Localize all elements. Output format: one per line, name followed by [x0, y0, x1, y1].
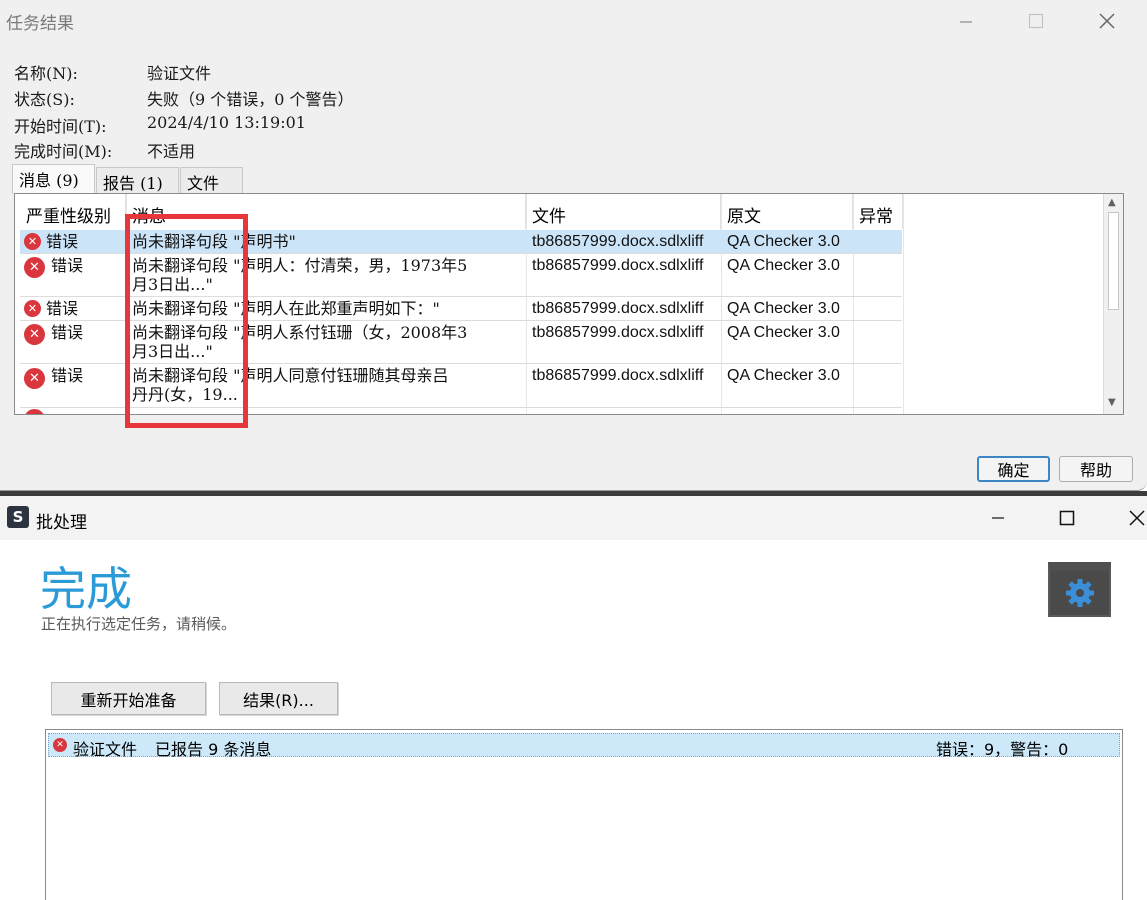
scroll-thumb[interactable]	[1108, 212, 1119, 310]
maximize-icon	[1059, 510, 1075, 526]
severity-cell: 错误	[46, 299, 79, 318]
close-button[interactable]	[1084, 4, 1130, 38]
highlight-annotation-box	[125, 214, 248, 428]
severity-cell: 错误	[51, 366, 84, 385]
batch-titlebar: S 批处理	[0, 496, 1147, 540]
batch-processing-window: S 批处理 完成 正在执行选定任务，请稍候。 重新开始准备 结果(R)... ✕…	[0, 496, 1147, 900]
origin-cell: QA Checker 3.0	[727, 367, 840, 384]
column-divider	[903, 194, 904, 414]
tab-messages[interactable]: 消息 (9)	[12, 164, 95, 194]
status-heading: 完成	[40, 562, 132, 616]
name-label: 名称(N):	[14, 64, 78, 83]
task-results-list[interactable]: ✕ 验证文件 已报告 9 条消息 错误：9，警告：0	[45, 729, 1123, 900]
results-button[interactable]: 结果(R)...	[219, 682, 338, 715]
vertical-scrollbar[interactable]: ▲ ▼	[1103, 194, 1123, 414]
file-cell: tb86857999.docx.sdlxliff	[532, 367, 704, 384]
settings-button[interactable]	[1048, 562, 1111, 617]
start-time-value: 2024/4/10 13:19:01	[147, 113, 306, 132]
app-logo-icon: S	[7, 506, 29, 528]
file-cell: tb86857999.docx.sdlxliff	[532, 324, 704, 341]
result-summary: 错误：9，警告：0	[936, 740, 1069, 759]
finish-time-value: 不适用	[147, 142, 196, 161]
minimize-button[interactable]	[943, 4, 989, 38]
severity-cell: 错误	[51, 256, 84, 275]
ok-button[interactable]: 确定	[977, 456, 1050, 482]
error-icon: ✕	[24, 409, 45, 414]
file-cell: tb86857999.docx.sdlxliff	[532, 257, 704, 274]
help-button[interactable]: 帮助	[1059, 456, 1133, 482]
list-item[interactable]: ✕ 验证文件 已报告 9 条消息 错误：9，警告：0	[48, 733, 1120, 759]
name-value: 验证文件	[147, 64, 212, 83]
tab-files[interactable]: 文件	[180, 167, 243, 193]
file-cell: tb86857999.docx.sdlxliff	[532, 300, 704, 317]
window-title: 批处理	[36, 513, 87, 533]
finish-time-label: 完成时间(M):	[14, 142, 113, 161]
status-subtitle: 正在执行选定任务，请稍候。	[41, 615, 237, 633]
result-message: 已报告 9 条消息	[155, 740, 272, 759]
origin-cell: QA Checker 3.0	[727, 257, 840, 274]
maximize-icon	[1028, 13, 1044, 29]
origin-cell: QA Checker 3.0	[727, 300, 840, 317]
error-icon: ✕	[24, 257, 45, 278]
origin-cell: QA Checker 3.0	[727, 324, 840, 341]
gear-icon	[1065, 579, 1094, 607]
error-icon: ✕	[24, 233, 41, 250]
minimize-icon	[960, 21, 972, 23]
column-header-origin[interactable]: 原文	[721, 194, 853, 229]
error-icon: ✕	[24, 300, 41, 317]
start-time-label: 开始时间(T):	[14, 117, 107, 136]
origin-cell: QA Checker 3.0	[727, 233, 840, 250]
restart-preparation-button[interactable]: 重新开始准备	[51, 682, 206, 715]
close-button[interactable]	[1117, 504, 1147, 532]
close-icon	[1099, 13, 1115, 29]
minimize-button[interactable]	[978, 504, 1018, 532]
error-icon: ✕	[24, 324, 45, 345]
column-header-file[interactable]: 文件	[526, 194, 721, 229]
scroll-down-icon[interactable]: ▼	[1108, 397, 1116, 408]
result-task-name: 验证文件	[73, 740, 138, 759]
file-cell: tb86857999.docx.sdlxliff	[532, 233, 704, 250]
error-icon: ✕	[24, 368, 45, 389]
maximize-button[interactable]	[1013, 4, 1059, 38]
tab-report[interactable]: 报告 (1)	[96, 167, 179, 193]
status-label: 状态(S):	[14, 90, 75, 109]
dialog-title: 任务结果	[6, 14, 74, 34]
maximize-button[interactable]	[1047, 504, 1087, 532]
severity-cell: 错误	[46, 232, 79, 251]
column-header-exception[interactable]: 异常	[853, 194, 903, 229]
minimize-icon	[992, 517, 1004, 519]
error-icon: ✕	[53, 738, 67, 752]
severity-cell: 错误	[51, 323, 84, 342]
close-icon	[1129, 510, 1145, 526]
column-header-severity[interactable]: 严重性级别	[20, 194, 126, 229]
scroll-up-icon[interactable]: ▲	[1108, 197, 1116, 208]
status-value: 失败（9 个错误，0 个警告）	[147, 90, 354, 109]
